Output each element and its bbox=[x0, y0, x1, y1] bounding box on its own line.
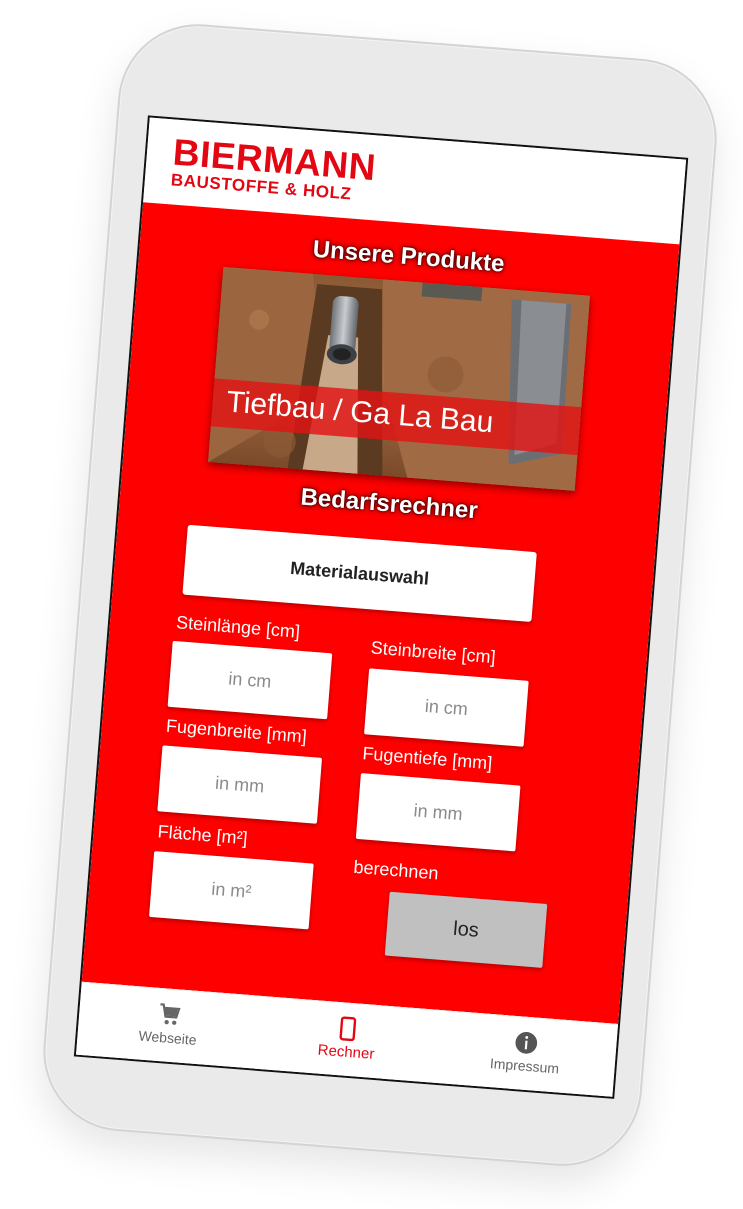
brand-logo: BIERMANN BAUSTOFFE & HOLZ bbox=[170, 131, 377, 204]
product-banner-tiefbau[interactable]: Tiefbau / Ga La Bau bbox=[207, 266, 591, 491]
joint-depth-input[interactable] bbox=[355, 773, 521, 852]
joint-width-label: Fugenbreite [mm] bbox=[165, 715, 308, 747]
stone-length-label: Steinlänge [cm] bbox=[175, 612, 301, 642]
calculate-label: berechnen bbox=[352, 856, 440, 884]
stone-length-input[interactable] bbox=[167, 640, 333, 720]
area-input[interactable] bbox=[149, 851, 314, 930]
cart-icon bbox=[160, 1003, 181, 1025]
joint-width-input[interactable] bbox=[157, 745, 323, 824]
app-screen: BIERMANN BAUSTOFFE & HOLZ Unsere Produkt… bbox=[73, 115, 689, 1099]
main-content: Unsere Produkte Tiefbau / Ga La Bau Beda… bbox=[81, 202, 680, 1025]
phone-frame: BIERMANN BAUSTOFFE & HOLZ Unsere Produkt… bbox=[37, 18, 723, 1172]
calculate-button[interactable]: los bbox=[384, 891, 548, 968]
device-stage: BIERMANN BAUSTOFFE & HOLZ Unsere Produkt… bbox=[0, 0, 743, 1209]
phone-icon bbox=[339, 1016, 357, 1042]
material-select-button[interactable]: Materialauswahl bbox=[182, 524, 537, 622]
area-label: Fläche [m²] bbox=[156, 821, 249, 849]
nav-item-rechner[interactable]: Rechner bbox=[254, 997, 439, 1084]
trench-photo bbox=[207, 266, 591, 491]
info-icon bbox=[515, 1032, 538, 1054]
nav-item-impressum[interactable]: Impressum bbox=[433, 1011, 618, 1098]
stone-width-input[interactable] bbox=[364, 668, 529, 747]
nav-item-webseite[interactable]: Webseite bbox=[76, 983, 261, 1070]
stone-width-label: Steinbreite [cm] bbox=[370, 637, 497, 668]
joint-depth-label: Fugentiefe [mm] bbox=[361, 743, 493, 774]
